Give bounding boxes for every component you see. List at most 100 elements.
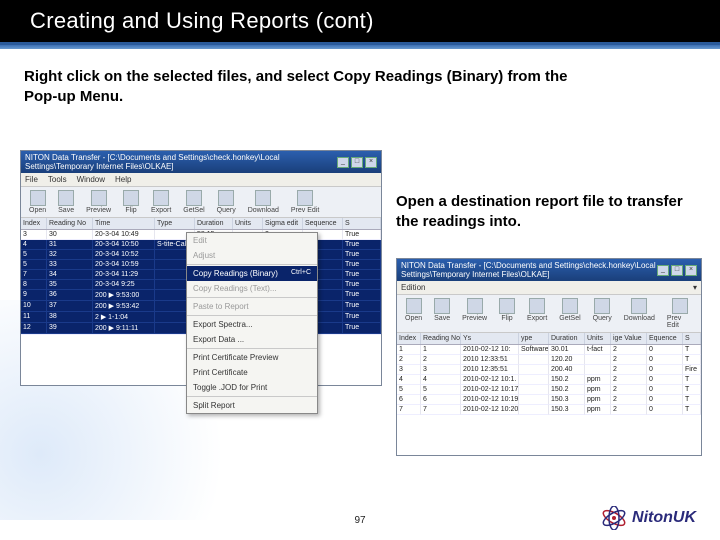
menu-item: Adjust	[187, 248, 317, 263]
menu-item: Edit	[187, 233, 317, 248]
col-index[interactable]: Index	[397, 333, 421, 344]
instruction-2: Open a destination report file to transf…	[396, 192, 696, 233]
table-row[interactable]: 552010-02-12 10:17.5150.2ppm20T	[397, 385, 701, 395]
tb-prevedit[interactable]: Prev Edit	[663, 298, 697, 329]
menubar: File Tools Window Help	[21, 173, 381, 187]
table-row[interactable]: 772010-02-12 10:20150.3ppm20T	[397, 405, 701, 415]
minimize-icon[interactable]: _	[657, 265, 669, 276]
menu-item[interactable]: Print Certificate Preview	[187, 350, 317, 365]
tb-preview[interactable]: Preview	[82, 190, 115, 214]
grid-header: Index Reading No Time Type Duration Unit…	[21, 218, 381, 230]
tb-save[interactable]: Save	[430, 298, 454, 329]
tb-getsel[interactable]: GetSel	[179, 190, 208, 214]
app-window-destination: NITON Data Transfer - [C:\Documents and …	[396, 258, 702, 456]
close-icon[interactable]: ×	[365, 157, 377, 168]
menu-edition[interactable]: Edition	[401, 283, 425, 292]
close-icon[interactable]: ×	[685, 265, 697, 276]
col-sequence[interactable]: Equence	[647, 333, 683, 344]
col-sigma[interactable]: Sigma edit	[263, 218, 303, 229]
prevedit-icon	[297, 190, 313, 206]
flip-icon	[499, 298, 515, 314]
menu-window[interactable]: Window	[77, 175, 105, 184]
tb-download[interactable]: Download	[244, 190, 283, 214]
menu-item[interactable]: Export Spectra...	[187, 317, 317, 332]
window-title-text: NITON Data Transfer - [C:\Documents and …	[401, 261, 657, 279]
table-row[interactable]: 112010-02-12 10:Software30.01t-fact20T	[397, 345, 701, 355]
menu-separator	[187, 396, 317, 397]
getsel-icon	[186, 190, 202, 206]
export-icon	[529, 298, 545, 314]
window-titlebar[interactable]: NITON Data Transfer - [C:\Documents and …	[397, 259, 701, 281]
tb-flip[interactable]: Flip	[119, 190, 143, 214]
menu-item[interactable]: Toggle .JOD for Print	[187, 380, 317, 395]
col-type[interactable]: Type	[155, 218, 195, 229]
col-s[interactable]: S	[343, 218, 381, 229]
tb-open[interactable]: Open	[25, 190, 50, 214]
col-sigma[interactable]: ige Value	[611, 333, 647, 344]
menu-tools[interactable]: Tools	[48, 175, 67, 184]
menubar: Edition ▾	[397, 281, 701, 295]
menu-separator	[187, 297, 317, 298]
col-readingno[interactable]: Reading No	[47, 218, 93, 229]
tb-preview[interactable]: Preview	[458, 298, 491, 329]
menu-file[interactable]: File	[25, 175, 38, 184]
query-icon	[218, 190, 234, 206]
col-s[interactable]: S	[683, 333, 701, 344]
logo-text: NitonUK	[632, 509, 696, 527]
table-row[interactable]: 222010 12:33:51120.2020T	[397, 355, 701, 365]
slide-title-band: Creating and Using Reports (cont)	[0, 0, 720, 45]
maximize-icon[interactable]: □	[671, 265, 683, 276]
tb-getsel[interactable]: GetSel	[555, 298, 584, 329]
table-row[interactable]: 332010 12:35:51200.4020Fire	[397, 365, 701, 375]
menu-help[interactable]: Help	[115, 175, 131, 184]
menu-item[interactable]: Export Data ...	[187, 332, 317, 347]
menu-item: Copy Readings (Text)...	[187, 281, 317, 296]
col-units[interactable]: Units	[585, 333, 611, 344]
menu-item[interactable]: Split Report	[187, 398, 317, 413]
col-type[interactable]: ype	[519, 333, 549, 344]
menu-item[interactable]: Copy Readings (Binary)Ctrl+C	[187, 266, 317, 281]
table-row[interactable]: 662010-02-12 10:19.0150.3ppm20T	[397, 395, 701, 405]
grid-body[interactable]: 112010-02-12 10:Software30.01t-fact20T22…	[397, 345, 701, 415]
tb-query[interactable]: Query	[213, 190, 240, 214]
toolbar: Open Save Preview Flip Export GetSel Que…	[397, 295, 701, 333]
col-index[interactable]: Index	[21, 218, 47, 229]
window-title-text: NITON Data Transfer - [C:\Documents and …	[25, 153, 337, 171]
tb-export[interactable]: Export	[523, 298, 551, 329]
open-icon	[30, 190, 46, 206]
flip-icon	[123, 190, 139, 206]
window-titlebar[interactable]: NITON Data Transfer - [C:\Documents and …	[21, 151, 381, 173]
tb-open[interactable]: Open	[401, 298, 426, 329]
save-icon	[434, 298, 450, 314]
page-number: 97	[354, 515, 365, 526]
tb-export[interactable]: Export	[147, 190, 175, 214]
getsel-icon	[562, 298, 578, 314]
col-duration[interactable]: Duration	[195, 218, 233, 229]
menu-dropdown-arrow[interactable]: ▾	[693, 283, 697, 292]
col-readingno[interactable]: Reading No	[421, 333, 461, 344]
grid-header: Index Reading No Ys ype Duration Units i…	[397, 333, 701, 345]
menu-shortcut: Ctrl+C	[291, 269, 311, 276]
atom-icon	[600, 506, 628, 530]
tb-download[interactable]: Download	[620, 298, 659, 329]
tb-prevedit[interactable]: Prev Edit	[287, 190, 323, 214]
tb-flip[interactable]: Flip	[495, 298, 519, 329]
col-time[interactable]: Ys	[461, 333, 519, 344]
tb-query[interactable]: Query	[589, 298, 616, 329]
menu-separator	[187, 348, 317, 349]
menu-separator	[187, 315, 317, 316]
minimize-icon[interactable]: _	[337, 157, 349, 168]
col-duration[interactable]: Duration	[549, 333, 585, 344]
col-units[interactable]: Units	[233, 218, 263, 229]
slide-title: Creating and Using Reports (cont)	[0, 8, 720, 34]
table-row[interactable]: 442010-02-12 10:1.150.2ppm20T	[397, 375, 701, 385]
prevedit-icon	[672, 298, 688, 314]
maximize-icon[interactable]: □	[351, 157, 363, 168]
preview-icon	[91, 190, 107, 206]
menu-item[interactable]: Print Certificate	[187, 365, 317, 380]
save-icon	[58, 190, 74, 206]
col-sequence[interactable]: Sequence	[303, 218, 343, 229]
col-time[interactable]: Time	[93, 218, 155, 229]
tb-save[interactable]: Save	[54, 190, 78, 214]
context-menu[interactable]: EditAdjust Copy Readings (Binary)Ctrl+CCo…	[186, 232, 318, 414]
